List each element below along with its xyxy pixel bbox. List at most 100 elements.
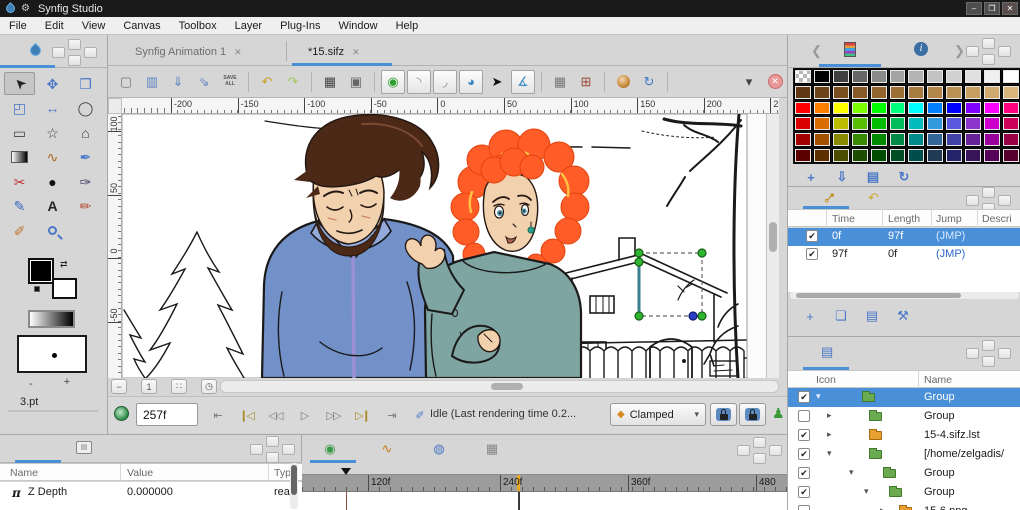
checkbox[interactable]: ✔	[798, 467, 810, 479]
dock-handle[interactable]	[998, 195, 1011, 206]
tool-smooth-move[interactable]: ✥	[37, 72, 68, 95]
checkbox[interactable]: ✔	[798, 391, 810, 403]
menu-toolbox[interactable]: Toolbox	[170, 19, 226, 33]
new-file-button[interactable]: ▢	[114, 70, 138, 94]
color-swatch[interactable]	[1002, 101, 1020, 116]
params-tab-icon[interactable]: ▤	[76, 441, 92, 454]
tool-rectangle[interactable]: ▭	[4, 121, 35, 144]
color-swatch[interactable]	[794, 85, 812, 100]
color-swatch[interactable]	[945, 132, 963, 147]
timetrack-track[interactable]	[302, 492, 787, 510]
toggle-grid-button[interactable]: ▦	[548, 70, 572, 94]
params-vscrollbar[interactable]	[290, 463, 298, 509]
close-canvas-button[interactable]: ✕	[763, 70, 787, 94]
tool-eyedrop[interactable]: ✑	[70, 170, 101, 193]
seek-prev-keyframe-button[interactable]: ❙◁	[232, 404, 260, 426]
save-as-button[interactable]: ⇘	[192, 70, 216, 94]
add-color-button[interactable]: +	[800, 168, 822, 186]
next-panel-icon[interactable]: ❯	[954, 43, 965, 59]
color-swatch[interactable]	[926, 148, 944, 163]
color-swatch[interactable]	[889, 69, 907, 84]
panel-dock-widget[interactable]	[966, 38, 1012, 65]
color-swatch[interactable]	[813, 69, 831, 84]
open-file-button[interactable]: ▥	[140, 70, 164, 94]
toolbox-tab-icon[interactable]	[28, 43, 44, 59]
color-swatch[interactable]	[945, 116, 963, 131]
color-swatch[interactable]	[870, 116, 888, 131]
dock-handle[interactable]	[966, 195, 979, 206]
dock-handle[interactable]	[84, 47, 97, 58]
expander-icon[interactable]: ▾	[849, 467, 854, 478]
color-swatch[interactable]	[926, 101, 944, 116]
add-keyframe-button[interactable]: +	[798, 306, 822, 326]
keyframe-marker-icon[interactable]	[341, 468, 351, 475]
keyframe-history-icon[interactable]: ↶	[868, 190, 879, 206]
color-swatch[interactable]	[907, 85, 925, 100]
dock-handle[interactable]	[753, 437, 766, 448]
keyframes-hscrollbar[interactable]	[790, 292, 1019, 299]
keyframe-properties-button[interactable]: ⚒	[891, 306, 915, 326]
keyframe-jump-link[interactable]: (JMP)	[936, 248, 965, 260]
tool-mirror[interactable]: ❐	[70, 72, 101, 95]
tool-star[interactable]: ☆	[37, 121, 68, 144]
menu-layer[interactable]: Layer	[226, 19, 272, 33]
dock-handle[interactable]	[68, 55, 81, 66]
tool-transform[interactable]: ➤	[4, 72, 35, 95]
dock-handle[interactable]	[266, 452, 279, 463]
keyframe-jump-link[interactable]: (JMP)	[936, 230, 965, 242]
menu-view[interactable]: View	[73, 19, 115, 33]
color-swatch[interactable]	[945, 101, 963, 116]
color-swatch[interactable]	[870, 85, 888, 100]
color-swatch[interactable]	[907, 132, 925, 147]
color-swatch[interactable]	[851, 132, 869, 147]
color-swatch[interactable]	[832, 101, 850, 116]
color-swatch[interactable]	[964, 148, 982, 163]
color-swatch[interactable]	[794, 69, 812, 84]
color-swatch[interactable]	[813, 116, 831, 131]
color-swatch[interactable]	[926, 116, 944, 131]
brush-size-increase-button[interactable]: +	[60, 376, 74, 388]
color-swatch[interactable]	[1002, 148, 1020, 163]
param-value[interactable]: 0.000000	[127, 486, 173, 498]
layers-tab-icon[interactable]: ▤	[821, 344, 833, 360]
color-swatch[interactable]	[983, 69, 1001, 84]
layer-row[interactable]: ✔▾[/home/zelgadis/	[788, 445, 1020, 464]
color-swatch[interactable]	[832, 132, 850, 147]
play-button[interactable]: ▷	[290, 404, 318, 426]
layer-row[interactable]: ✔▾Group	[788, 483, 1020, 502]
dock-handle[interactable]	[966, 348, 979, 359]
more-options-button[interactable]: ▾	[737, 70, 761, 94]
redo-button[interactable]: ↷	[281, 70, 305, 94]
menu-help[interactable]: Help	[387, 19, 428, 33]
color-swatch[interactable]	[794, 101, 812, 116]
expander-icon[interactable]: ▾	[816, 391, 821, 402]
tool-sketch[interactable]: ✎	[4, 195, 35, 218]
color-swatch[interactable]	[964, 101, 982, 116]
color-swatch[interactable]	[983, 116, 1001, 131]
color-swatch[interactable]	[851, 85, 869, 100]
menu-canvas[interactable]: Canvas	[114, 19, 169, 33]
remove-keyframe-button[interactable]: ▤	[860, 306, 884, 326]
tool-brush[interactable]: ✐	[4, 219, 35, 242]
color-swatch[interactable]	[907, 148, 925, 163]
checkbox[interactable]	[798, 410, 810, 422]
params-vscroll-thumb[interactable]	[291, 465, 297, 495]
default-gradient-swatch[interactable]	[28, 310, 75, 328]
color-swatch[interactable]	[964, 132, 982, 147]
outline-color-swatch[interactable]	[52, 278, 77, 299]
color-swatch[interactable]	[907, 101, 925, 116]
color-swatch[interactable]	[1002, 69, 1020, 84]
dock-handle[interactable]	[982, 187, 995, 198]
prev-frame-button[interactable]: ◁◁	[261, 404, 289, 426]
expander-icon[interactable]: ▾	[864, 486, 869, 497]
color-swatch[interactable]	[926, 132, 944, 147]
info-tab-icon[interactable]: i	[914, 42, 928, 56]
panel-dock-widget[interactable]	[250, 436, 296, 463]
checkbox[interactable]: ✔	[798, 486, 810, 498]
keyframe-lock-future-button[interactable]: ◞	[433, 70, 457, 94]
single-frame-button[interactable]: 1	[141, 379, 157, 394]
param-row[interactable]: πZ Depth0.000000rea	[0, 484, 287, 503]
checkbox[interactable]: ✔	[798, 448, 810, 460]
dock-handle[interactable]	[250, 444, 263, 455]
color-swatch[interactable]	[832, 69, 850, 84]
